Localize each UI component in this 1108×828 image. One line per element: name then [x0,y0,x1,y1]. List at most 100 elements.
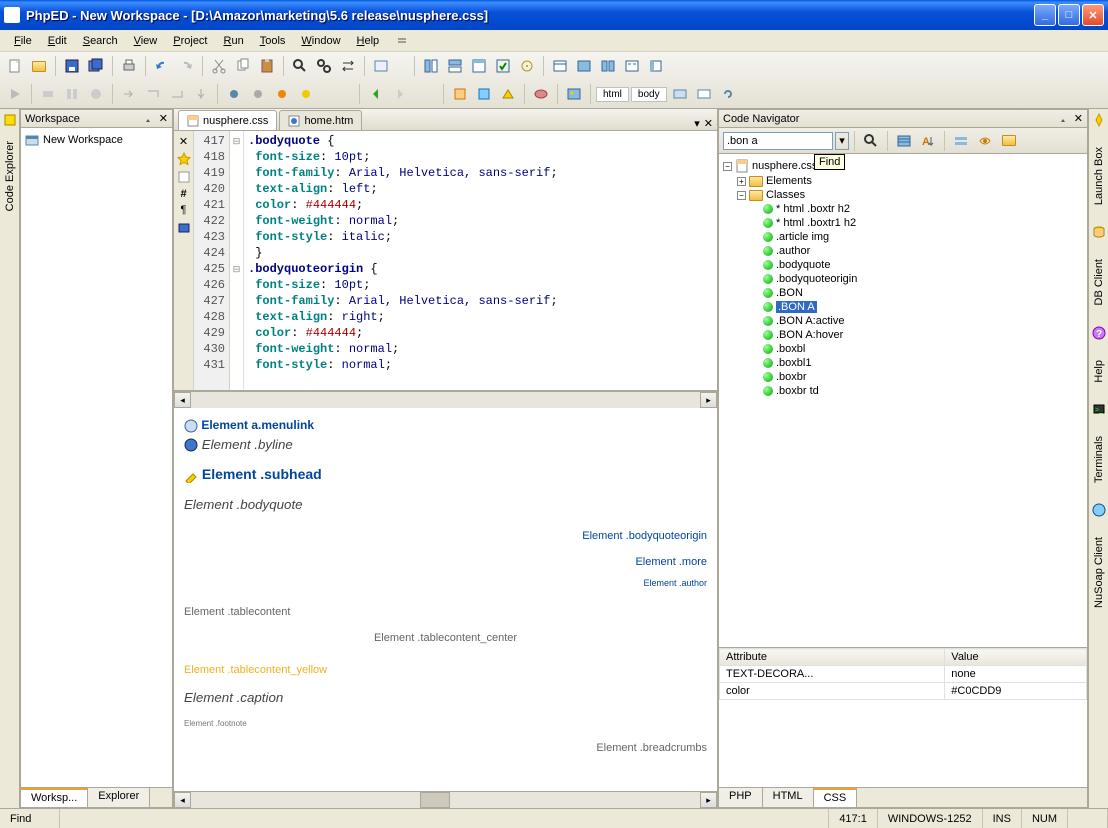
menu-overflow-icon[interactable] [391,30,413,52]
tool-a-button[interactable] [449,83,471,105]
tree-class-item[interactable]: .BON A:hover [723,328,1083,342]
gutter-x-icon[interactable]: ✕ [179,135,188,148]
editor-tab-nusphere[interactable]: nusphere.css [178,110,277,130]
project-button[interactable] [370,55,392,77]
right-tab-terminals[interactable]: Terminals [1091,430,1107,489]
nav-find-button[interactable] [860,130,882,152]
tool-color-button[interactable] [530,83,552,105]
save-button[interactable] [61,55,83,77]
panel1-button[interactable] [420,55,442,77]
tree-class-item[interactable]: .boxbl1 [723,356,1083,370]
ws-tab-explorer[interactable]: Explorer [88,788,150,807]
nav-back-button[interactable] [365,83,387,105]
nav-view1-button[interactable] [893,130,915,152]
bp3-button[interactable] [271,83,293,105]
debug2-button[interactable] [61,83,83,105]
replace-button[interactable] [337,55,359,77]
link-icon[interactable] [717,83,739,105]
tree-file[interactable]: nusphere.css [752,160,817,172]
tool-c-button[interactable] [497,83,519,105]
nav-tab-php[interactable]: PHP [719,788,763,807]
tree-folder-classes[interactable]: Classes [766,189,805,201]
table-row[interactable]: TEXT-DECORA...none [720,666,1087,683]
step1-button[interactable] [118,83,140,105]
table-row[interactable]: color#C0CDD9 [720,683,1087,700]
tree-class-item[interactable]: .bodyquoteorigin [723,272,1083,286]
fold-column[interactable]: ⊟ ⊟ [230,131,244,390]
panel4-button[interactable] [492,55,514,77]
nav-tab-html[interactable]: HTML [763,788,814,807]
bp4-button[interactable] [295,83,317,105]
run-button[interactable] [4,83,26,105]
menu-project[interactable]: Project [165,33,215,49]
step2-button[interactable] [142,83,164,105]
panel5-button[interactable] [516,55,538,77]
minimize-button[interactable]: _ [1034,4,1056,26]
new-file-button[interactable] [4,55,26,77]
cut-button[interactable] [208,55,230,77]
tree-folder-elements[interactable]: Elements [766,175,812,187]
find-next-button[interactable] [313,55,335,77]
right-tab-help[interactable]: Help [1091,354,1107,389]
tree-class-item[interactable]: .bodyquote [723,258,1083,272]
menu-search[interactable]: Search [75,33,126,49]
bp1-button[interactable] [223,83,245,105]
debug1-button[interactable] [37,83,59,105]
tree-class-item[interactable]: .BON A [723,300,1083,314]
undo-button[interactable] [151,55,173,77]
debug3-button[interactable] [85,83,107,105]
tree-class-item[interactable]: .BON A:active [723,314,1083,328]
gutter-1-icon[interactable] [177,170,191,184]
panel8-button[interactable] [597,55,619,77]
menu-run[interactable]: Run [216,33,252,49]
tab-close-icon[interactable]: ✕ [704,117,713,130]
tree-class-item[interactable]: * html .boxtr h2 [723,202,1083,216]
print-button[interactable] [118,55,140,77]
find-button[interactable] [289,55,311,77]
code-explorer-tab[interactable]: Code Explorer [2,135,18,217]
scroll-left-icon[interactable]: ◂ [174,792,191,808]
paste-button[interactable] [256,55,278,77]
gutter-disk-icon[interactable] [177,220,191,234]
crumb-more1-button[interactable] [669,83,691,105]
scroll-left-icon[interactable]: ◂ [174,392,191,408]
nav-tab-css[interactable]: CSS [814,788,858,807]
breadcrumb-body[interactable]: body [631,87,667,102]
navigator-tree[interactable]: −nusphere.css +Elements −Classes * html … [719,154,1087,647]
maximize-button[interactable]: □ [1058,4,1080,26]
panel2-button[interactable] [444,55,466,77]
attr-header[interactable]: Attribute [720,649,945,666]
close-button[interactable]: ✕ [1082,4,1104,26]
workspace-root-node[interactable]: New Workspace [25,132,168,148]
scroll-right-icon[interactable]: ▸ [700,392,717,408]
tree-class-item[interactable]: * html .boxtr1 h2 [723,216,1083,230]
crumb-more2-button[interactable] [693,83,715,105]
bp2-button[interactable] [247,83,269,105]
panel7-button[interactable] [573,55,595,77]
close-panel-icon[interactable]: ✕ [159,112,168,125]
tree-class-item[interactable]: .boxbr td [723,384,1083,398]
tree-class-item[interactable]: .BON [723,286,1083,300]
panel3-button[interactable] [468,55,490,77]
step3-button[interactable] [166,83,188,105]
tree-class-item[interactable]: .boxbr [723,370,1083,384]
menu-file[interactable]: File [6,33,40,49]
right-tab-dbclient[interactable]: DB Client [1091,253,1107,311]
tree-class-item[interactable]: .article img [723,230,1083,244]
menu-help[interactable]: Help [349,33,388,49]
menu-window[interactable]: Window [293,33,348,49]
editor-hscroll[interactable]: ◂ ▸ [174,391,717,408]
step4-button[interactable] [190,83,212,105]
nav-sort-button[interactable]: A [917,130,939,152]
copy-button[interactable] [232,55,254,77]
gutter-star-icon[interactable] [177,152,191,166]
open-file-button[interactable] [28,55,50,77]
nav-fwd-button[interactable] [389,83,411,105]
preview-hscroll[interactable]: ◂ ▸ [174,791,717,808]
menu-tools[interactable]: Tools [252,33,294,49]
panel9-button[interactable] [621,55,643,77]
breadcrumb-html[interactable]: html [596,87,629,102]
tab-overflow-icon[interactable]: ▾ [694,117,700,130]
save-all-button[interactable] [85,55,107,77]
gutter-hash-icon[interactable]: # [180,188,186,200]
